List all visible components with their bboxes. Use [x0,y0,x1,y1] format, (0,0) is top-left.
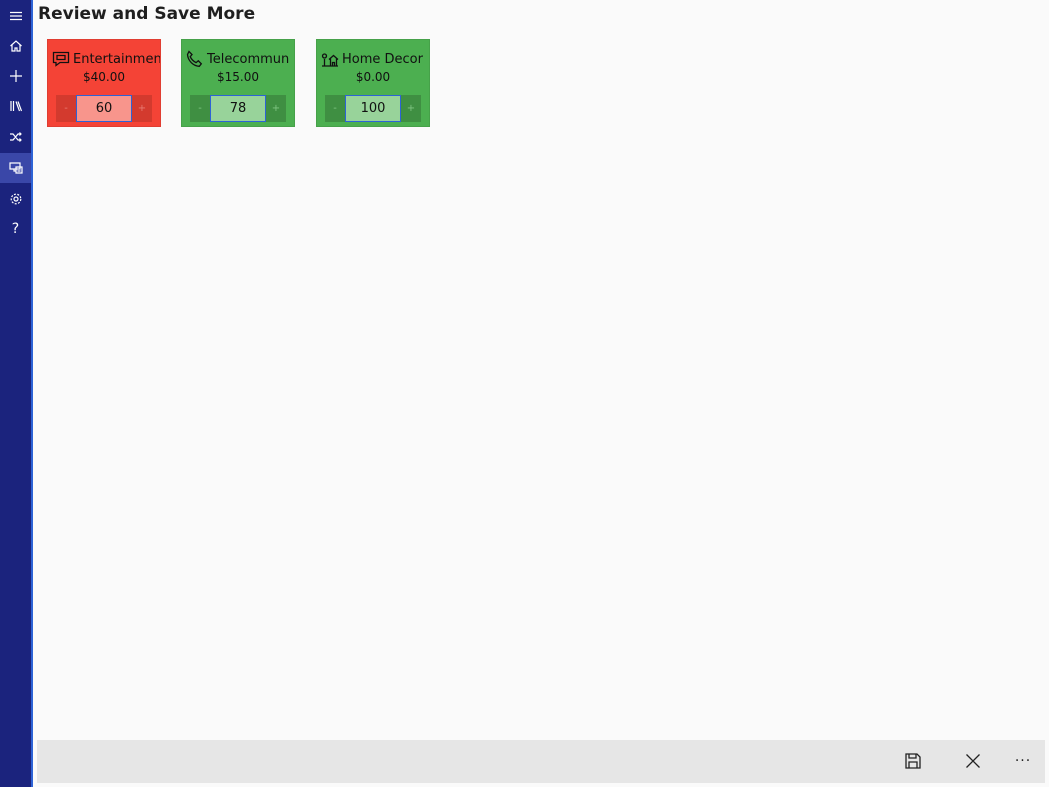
decrement-button[interactable]: - [56,95,76,122]
review-icon [8,162,23,174]
card-name: Telecommun [207,51,290,67]
category-card-entertainment: Entertainmen $40.00 - + [47,39,161,127]
card-name: Home Decor [342,51,423,67]
card-name: Entertainmen [73,51,160,67]
category-card-home-decor: Home Decor $0.00 - + [316,39,430,127]
nav-home[interactable] [0,31,31,61]
decrement-button[interactable]: - [190,95,210,122]
plus-icon [9,70,22,82]
decrement-button[interactable]: - [325,95,345,122]
quantity-stepper: - + [190,95,288,122]
chat-icon [52,51,70,67]
increment-button[interactable]: + [132,95,152,122]
main-content: Review and Save More Entertainmen $40.00… [33,0,1049,787]
percent-input[interactable] [210,95,266,122]
shuffle-icon [9,132,22,142]
save-button[interactable] [893,746,933,776]
command-bar: ··· [37,740,1045,783]
home-icon [9,40,22,52]
close-icon [966,754,980,768]
home-decor-icon [321,53,339,67]
hamburger-menu-button[interactable] [0,1,31,31]
increment-button[interactable]: + [401,95,421,122]
card-header: Telecommun [186,49,294,69]
quantity-stepper: - + [325,95,423,122]
card-amount: $40.00 [83,70,125,84]
phone-icon [186,50,203,67]
card-header: Home Decor [321,49,429,69]
percent-input[interactable] [76,95,132,122]
nav-help[interactable]: ? [0,214,31,244]
page-title: Review and Save More [38,4,256,24]
more-icon: ··· [1014,753,1032,769]
save-icon [905,753,921,769]
nav-shuffle[interactable] [0,122,31,152]
gear-icon [10,193,21,205]
nav-library[interactable] [0,91,31,121]
help-icon: ? [11,221,20,237]
sidebar: ? [0,0,33,787]
quantity-stepper: - + [56,95,154,122]
card-amount: $15.00 [217,70,259,84]
percent-input[interactable] [345,95,401,122]
nav-add[interactable] [0,61,31,91]
nav-review[interactable] [0,153,31,183]
library-icon [9,101,22,112]
card-header: Entertainmen [52,49,160,69]
increment-button[interactable]: + [266,95,286,122]
card-amount: $0.00 [355,70,391,84]
cancel-button[interactable] [953,746,993,776]
category-card-telecommunications: Telecommun $15.00 - + [181,39,295,127]
hamburger-menu-icon [9,11,22,21]
nav-settings[interactable] [0,184,31,214]
more-button[interactable]: ··· [1003,746,1043,776]
